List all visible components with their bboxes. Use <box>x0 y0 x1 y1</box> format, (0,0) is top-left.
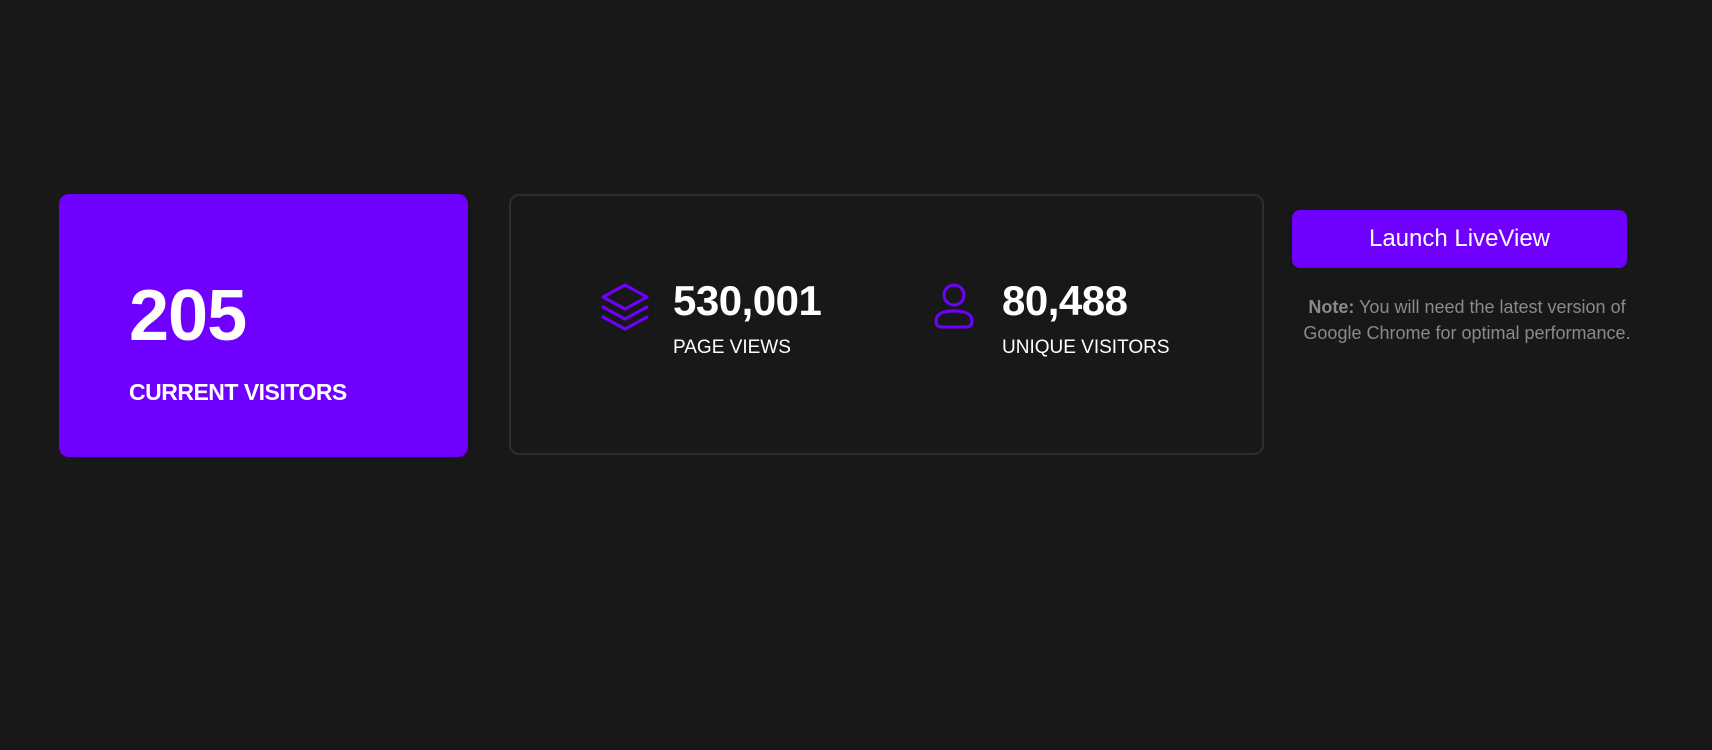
page-views-stat: 530,001 PAGE VIEWS <box>599 277 822 359</box>
current-visitors-label: CURRENT VISITORS <box>129 379 347 405</box>
unique-visitors-value: 80,488 <box>1002 277 1128 324</box>
unique-visitors-label: UNIQUE VISITORS <box>1002 337 1170 358</box>
note-prefix: Note: <box>1308 297 1355 317</box>
page-views-text: 530,001 PAGE VIEWS <box>673 277 822 359</box>
layers-icon <box>599 281 651 333</box>
unique-visitors-stat: 80,488 UNIQUE VISITORS <box>928 277 1170 359</box>
current-visitors-card: 205 CURRENT VISITORS <box>59 194 468 457</box>
unique-visitors-text: 80,488 UNIQUE VISITORS <box>1002 277 1170 359</box>
page-views-label: PAGE VIEWS <box>673 337 791 358</box>
chrome-note: Note: You will need the latest version o… <box>1285 294 1649 346</box>
current-visitors-count: 205 <box>129 276 247 356</box>
user-icon <box>928 281 980 333</box>
launch-liveview-button[interactable]: Launch LiveView <box>1292 210 1627 268</box>
dashboard-page: 205 CURRENT VISITORS 530,001 PAGE VIEWS <box>0 0 1712 750</box>
stats-card: 530,001 PAGE VIEWS 80,488 UNIQUE VISITOR… <box>509 194 1264 455</box>
page-views-value: 530,001 <box>673 277 822 324</box>
